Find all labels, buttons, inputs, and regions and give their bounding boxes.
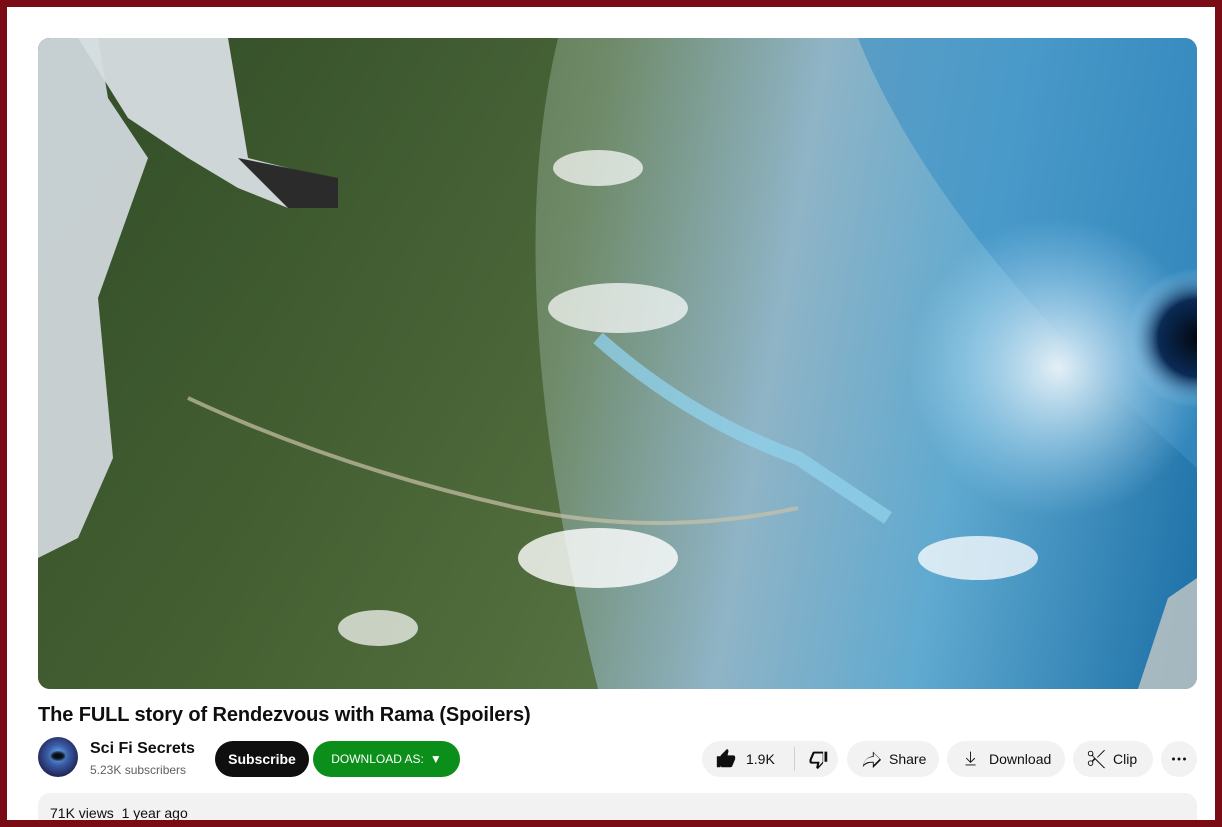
more-actions-button[interactable] bbox=[1161, 741, 1197, 777]
video-player[interactable] bbox=[38, 38, 1197, 689]
description-box[interactable]: 71K views 1 year ago bbox=[38, 793, 1197, 820]
download-label: Download bbox=[989, 751, 1052, 767]
video-thumbnail bbox=[38, 38, 1197, 689]
share-button[interactable]: Share bbox=[847, 741, 939, 777]
clip-label: Clip bbox=[1113, 751, 1138, 767]
share-label: Share bbox=[889, 751, 927, 767]
page-frame: The FULL story of Rendezvous with Rama (… bbox=[7, 7, 1215, 820]
video-title: The FULL story of Rendezvous with Rama (… bbox=[38, 704, 531, 726]
view-count: 71K views bbox=[50, 805, 114, 820]
subscribe-button[interactable]: Subscribe bbox=[215, 741, 309, 777]
channel-name[interactable]: Sci Fi Secrets bbox=[90, 740, 195, 758]
like-count: 1.9K bbox=[746, 751, 775, 767]
clip-button[interactable]: Clip bbox=[1073, 741, 1153, 777]
like-button[interactable]: 1.9K bbox=[702, 747, 786, 771]
dropdown-arrow-icon: ▼ bbox=[429, 752, 442, 766]
like-dislike-group: 1.9K bbox=[702, 741, 838, 777]
channel-avatar[interactable] bbox=[38, 737, 78, 777]
scissors-icon bbox=[1085, 747, 1109, 771]
dislike-button[interactable] bbox=[795, 747, 831, 771]
share-icon bbox=[859, 747, 883, 771]
download-icon bbox=[959, 747, 983, 771]
thumbs-down-icon bbox=[807, 747, 831, 771]
thumbs-up-icon bbox=[714, 747, 738, 771]
download-button[interactable]: Download bbox=[947, 741, 1065, 777]
download-as-button[interactable]: DOWNLOAD AS: ▼ bbox=[313, 741, 460, 777]
subscriber-count: 5.23K subscribers bbox=[90, 763, 187, 777]
upload-age: 1 year ago bbox=[121, 805, 188, 820]
download-as-label: DOWNLOAD AS: bbox=[331, 752, 424, 766]
more-icon bbox=[1167, 747, 1191, 771]
view-meta: 71K views 1 year ago bbox=[50, 805, 188, 820]
